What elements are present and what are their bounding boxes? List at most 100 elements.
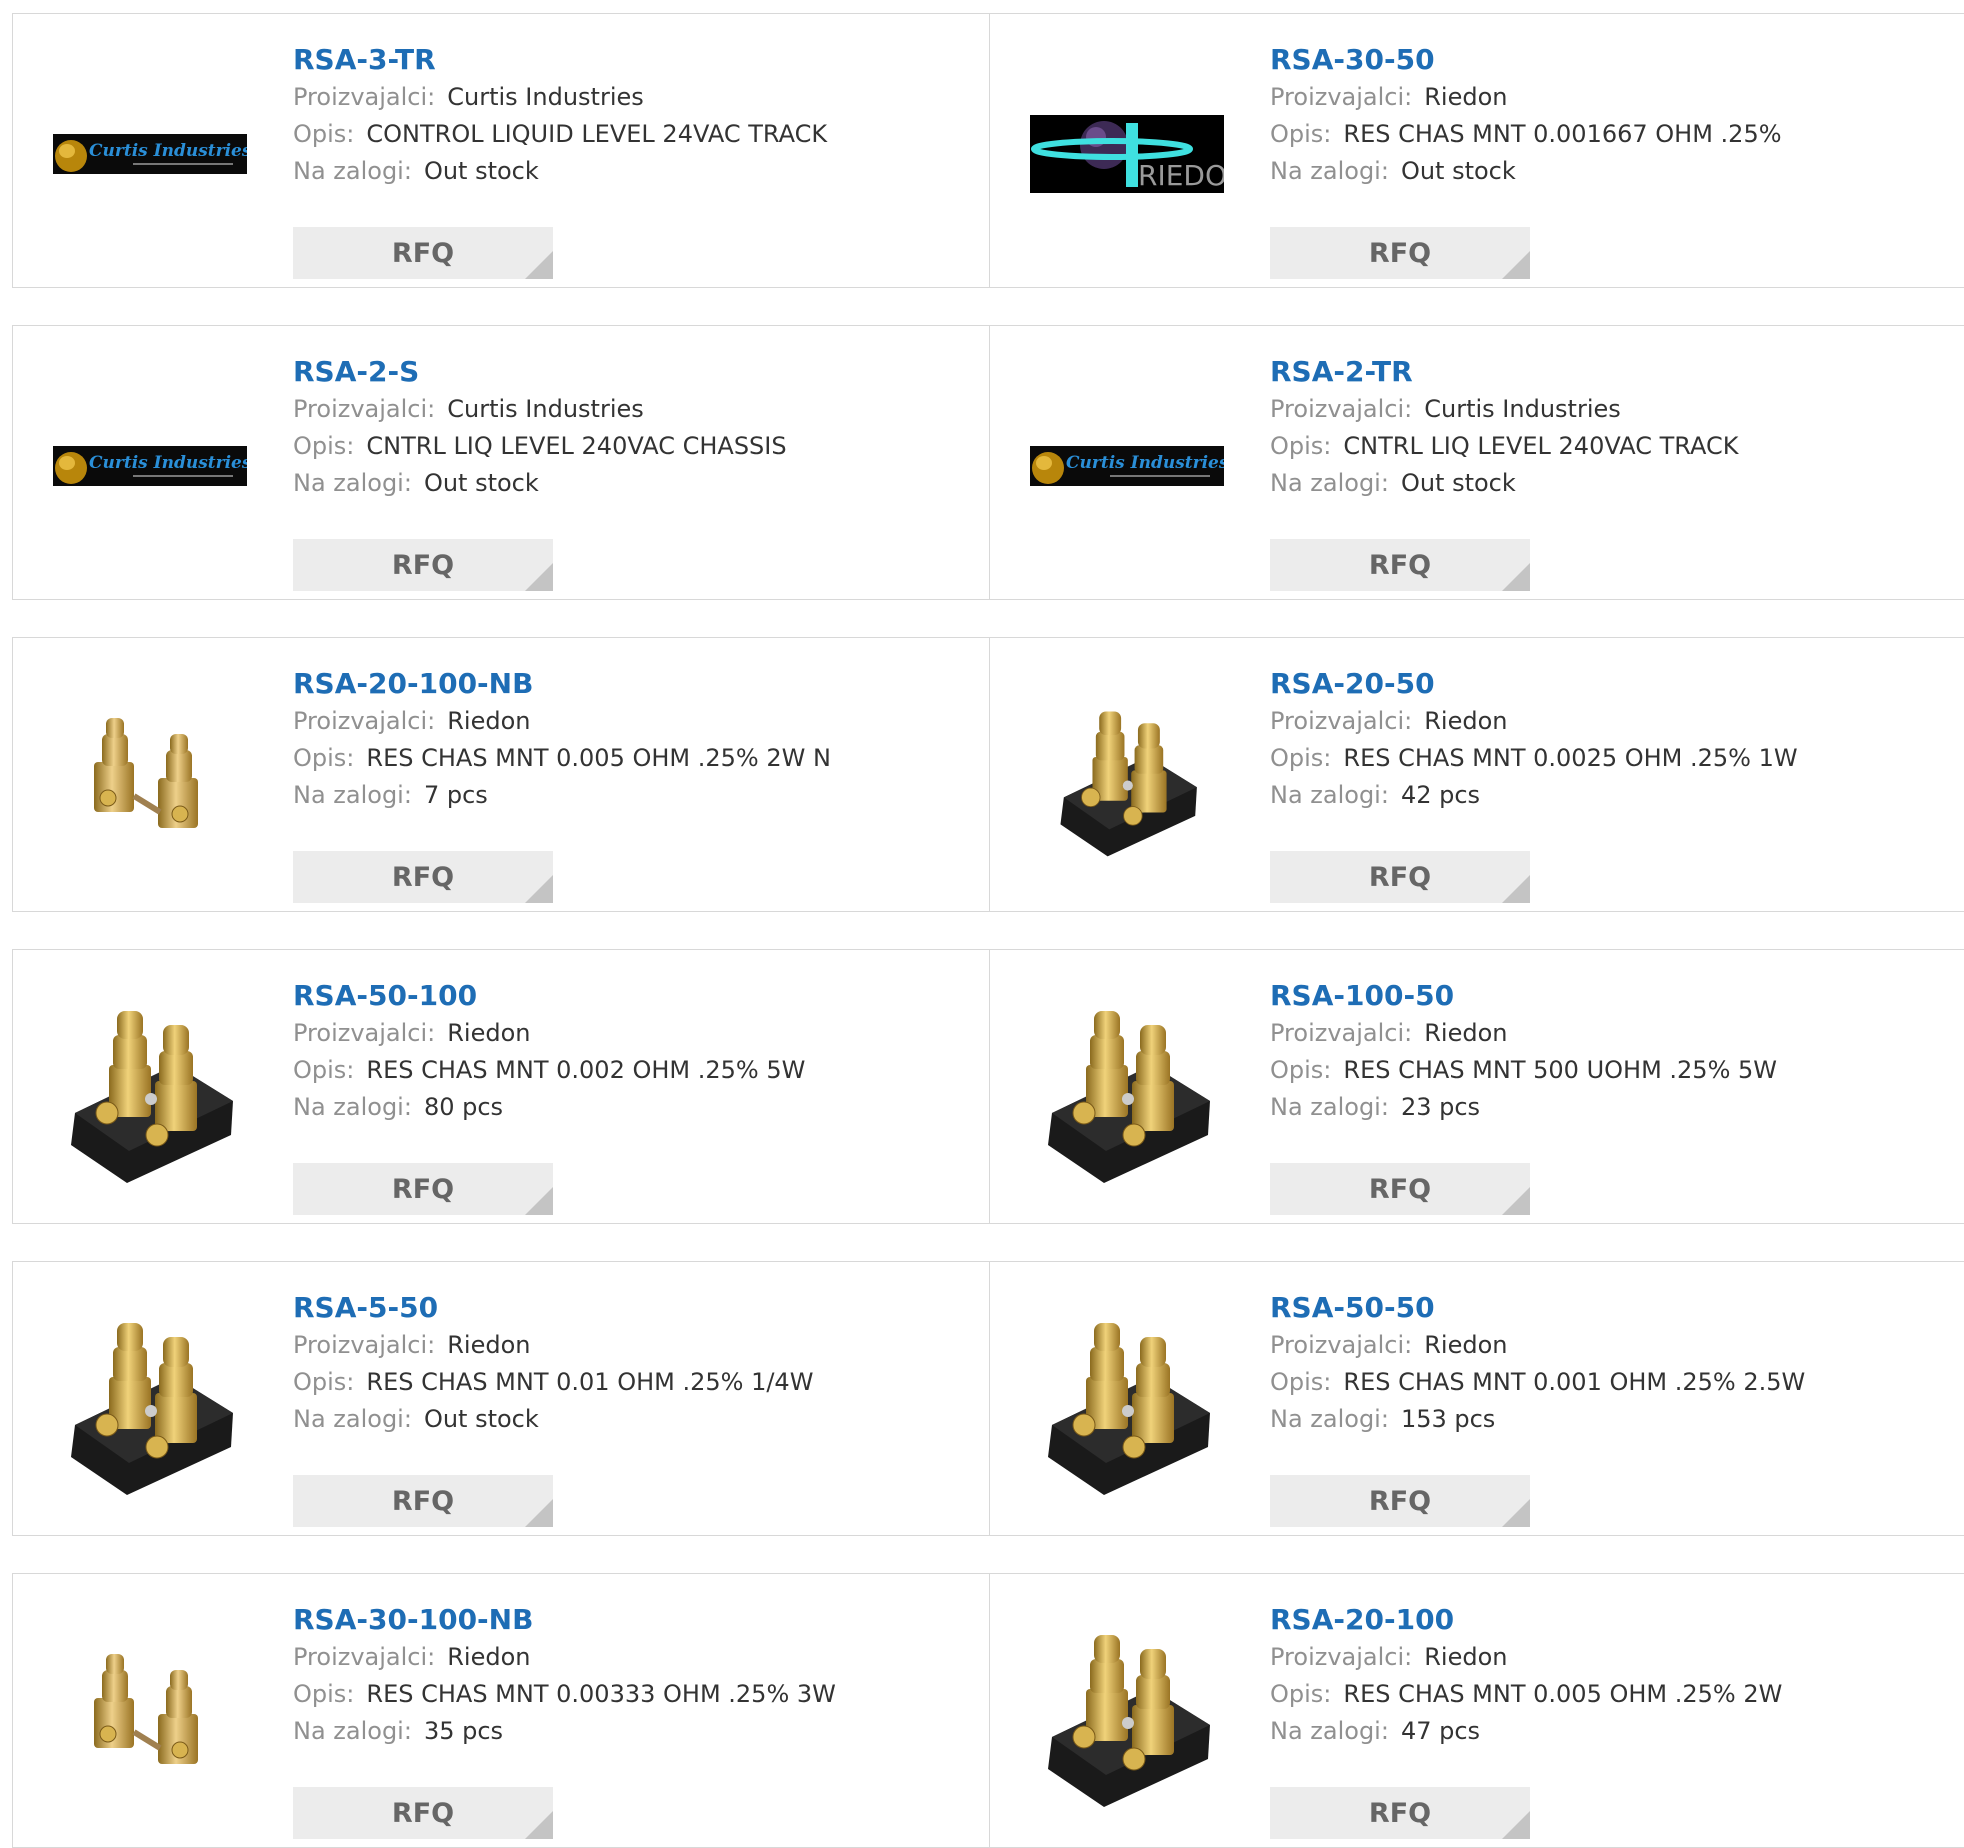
description-value: CONTROL LIQUID LEVEL 24VAC TRACK [366,120,828,148]
shunt-resistor-icon [71,1323,233,1495]
description-value: CNTRL LIQ LEVEL 240VAC CHASSIS [366,432,787,460]
description-line: Opis: RES CHAS MNT 0.005 OHM .25% 2W [1270,1676,1944,1713]
product-image[interactable] [50,678,250,878]
product-card: RSA-20-100-NB Proizvajalci: Riedon Opis: R… [12,638,990,911]
rfq-button[interactable]: RFQ [1270,1475,1530,1527]
product-info: RSA-20-100-NB Proizvajalci: Riedon Opis: R… [293,665,969,903]
rfq-button[interactable]: RFQ [293,1787,553,1839]
part-number-link[interactable]: RSA-5-50 [293,1289,969,1327]
product-image[interactable] [50,1302,250,1502]
part-number-link[interactable]: RSA-2-TR [1270,353,1944,391]
manufacturer-line: Proizvajalci: Riedon [1270,1327,1944,1364]
manufacturer-value: Riedon [447,707,531,735]
product-image[interactable]: Curtis Industries [50,54,250,254]
product-image[interactable] [1027,1614,1227,1814]
description-line: Opis: RES CHAS MNT 0.00333 OHM .25% 3W [293,1676,969,1713]
manufacturer-line: Proizvajalci: Curtis Industries [293,391,969,428]
product-image[interactable]: Curtis Industries [1027,366,1227,566]
rfq-corner-decoration [1502,1499,1530,1527]
part-number-link[interactable]: RSA-20-100 [1270,1601,1944,1639]
product-image[interactable]: RIEDON [1027,54,1227,254]
product-image[interactable] [50,1614,250,1814]
product-image[interactable] [1027,678,1227,878]
part-number-link[interactable]: RSA-2-S [293,353,969,391]
product-image[interactable] [1027,1302,1227,1502]
part-number-link[interactable]: RSA-30-100-NB [293,1601,969,1639]
manufacturer-label: Proizvajalci: [1270,83,1413,111]
rfq-button[interactable]: RFQ [1270,539,1530,591]
rfq-button[interactable]: RFQ [293,539,553,591]
rfq-button[interactable]: RFQ [1270,1787,1530,1839]
curtis-industries-logo-icon: Curtis Industries [1030,446,1224,486]
rfq-button[interactable]: RFQ [293,851,553,903]
description-value: RES CHAS MNT 500 UOHM .25% 5W [1343,1056,1778,1084]
stock-label: Na zalogi: [293,1717,412,1745]
svg-text:RIEDON: RIEDON [1138,159,1224,192]
product-info: RSA-5-50 Proizvajalci: Riedon Opis: RES CH… [293,1289,969,1527]
rfq-button[interactable]: RFQ [293,1163,553,1215]
manufacturer-line: Proizvajalci: Riedon [1270,703,1944,740]
product-row: RSA-30-100-NB Proizvajalci: Riedon Opis: R… [12,1573,1964,1848]
part-number-link[interactable]: RSA-20-100-NB [293,665,969,703]
rfq-button[interactable]: RFQ [293,227,553,279]
manufacturer-line: Proizvajalci: Curtis Industries [1270,391,1944,428]
stock-label: Na zalogi: [1270,157,1389,185]
rfq-label: RFQ [391,1173,455,1205]
svg-text:Curtis Industries: Curtis Industries [1066,453,1224,473]
manufacturer-line: Proizvajalci: Riedon [1270,1015,1944,1052]
stock-line: Na zalogi: Out stock [1270,153,1944,190]
manufacturer-label: Proizvajalci: [1270,707,1413,735]
manufacturer-value: Riedon [447,1643,531,1671]
part-number-link[interactable]: RSA-30-50 [1270,41,1944,79]
description-label: Opis: [1270,744,1332,772]
description-line: Opis: CNTRL LIQ LEVEL 240VAC TRACK [1270,428,1944,465]
curtis-industries-logo-icon: Curtis Industries [53,134,247,174]
stock-value: 35 pcs [423,1717,504,1745]
stock-label: Na zalogi: [293,1093,412,1121]
rfq-label: RFQ [1368,861,1432,893]
manufacturer-value: Curtis Industries [447,395,644,423]
product-image[interactable] [1027,990,1227,1190]
stock-value: Out stock [423,157,539,185]
rfq-corner-decoration [525,1499,553,1527]
manufacturer-label: Proizvajalci: [1270,1019,1413,1047]
manufacturer-value: Riedon [447,1331,531,1359]
manufacturer-label: Proizvajalci: [293,395,436,423]
stock-line: Na zalogi: Out stock [293,1401,969,1438]
description-value: RES CHAS MNT 0.002 OHM .25% 5W [366,1056,806,1084]
part-number-link[interactable]: RSA-3-TR [293,41,969,79]
product-info: RSA-30-50 Proizvajalci: Riedon Opis: RES C… [1270,41,1944,279]
part-number-link[interactable]: RSA-20-50 [1270,665,1944,703]
product-card: RSA-5-50 Proizvajalci: Riedon Opis: RES CH… [12,1262,990,1535]
rfq-button[interactable]: RFQ [293,1475,553,1527]
stock-line: Na zalogi: 23 pcs [1270,1089,1944,1126]
stock-value: 47 pcs [1400,1717,1481,1745]
part-number-link[interactable]: RSA-100-50 [1270,977,1944,1015]
rfq-corner-decoration [1502,1811,1530,1839]
stock-label: Na zalogi: [293,469,412,497]
manufacturer-label: Proizvajalci: [1270,395,1413,423]
shunt-resistor-icon [1048,1635,1210,1807]
product-image[interactable] [50,990,250,1190]
svg-text:Curtis Industries: Curtis Industries [89,453,247,473]
shunt-resistor-icon [1060,711,1197,857]
description-line: Opis: CNTRL LIQ LEVEL 240VAC CHASSIS [293,428,969,465]
rfq-corner-decoration [525,251,553,279]
product-row: RSA-50-100 Proizvajalci: Riedon Opis: RES … [12,949,1964,1224]
stock-label: Na zalogi: [1270,469,1389,497]
stock-value: Out stock [423,469,539,497]
description-line: Opis: RES CHAS MNT 0.002 OHM .25% 5W [293,1052,969,1089]
description-line: Opis: RES CHAS MNT 0.001 OHM .25% 2.5W [1270,1364,1944,1401]
manufacturer-label: Proizvajalci: [293,1643,436,1671]
rfq-button[interactable]: RFQ [1270,227,1530,279]
part-number-link[interactable]: RSA-50-50 [1270,1289,1944,1327]
manufacturer-line: Proizvajalci: Curtis Industries [293,79,969,116]
rfq-label: RFQ [391,1485,455,1517]
description-value: RES CHAS MNT 0.005 OHM .25% 2W [1343,1680,1783,1708]
rfq-button[interactable]: RFQ [1270,1163,1530,1215]
product-image[interactable]: Curtis Industries [50,366,250,566]
part-number-link[interactable]: RSA-50-100 [293,977,969,1015]
rfq-button[interactable]: RFQ [1270,851,1530,903]
rfq-label: RFQ [391,861,455,893]
description-value: RES CHAS MNT 0.01 OHM .25% 1/4W [366,1368,814,1396]
